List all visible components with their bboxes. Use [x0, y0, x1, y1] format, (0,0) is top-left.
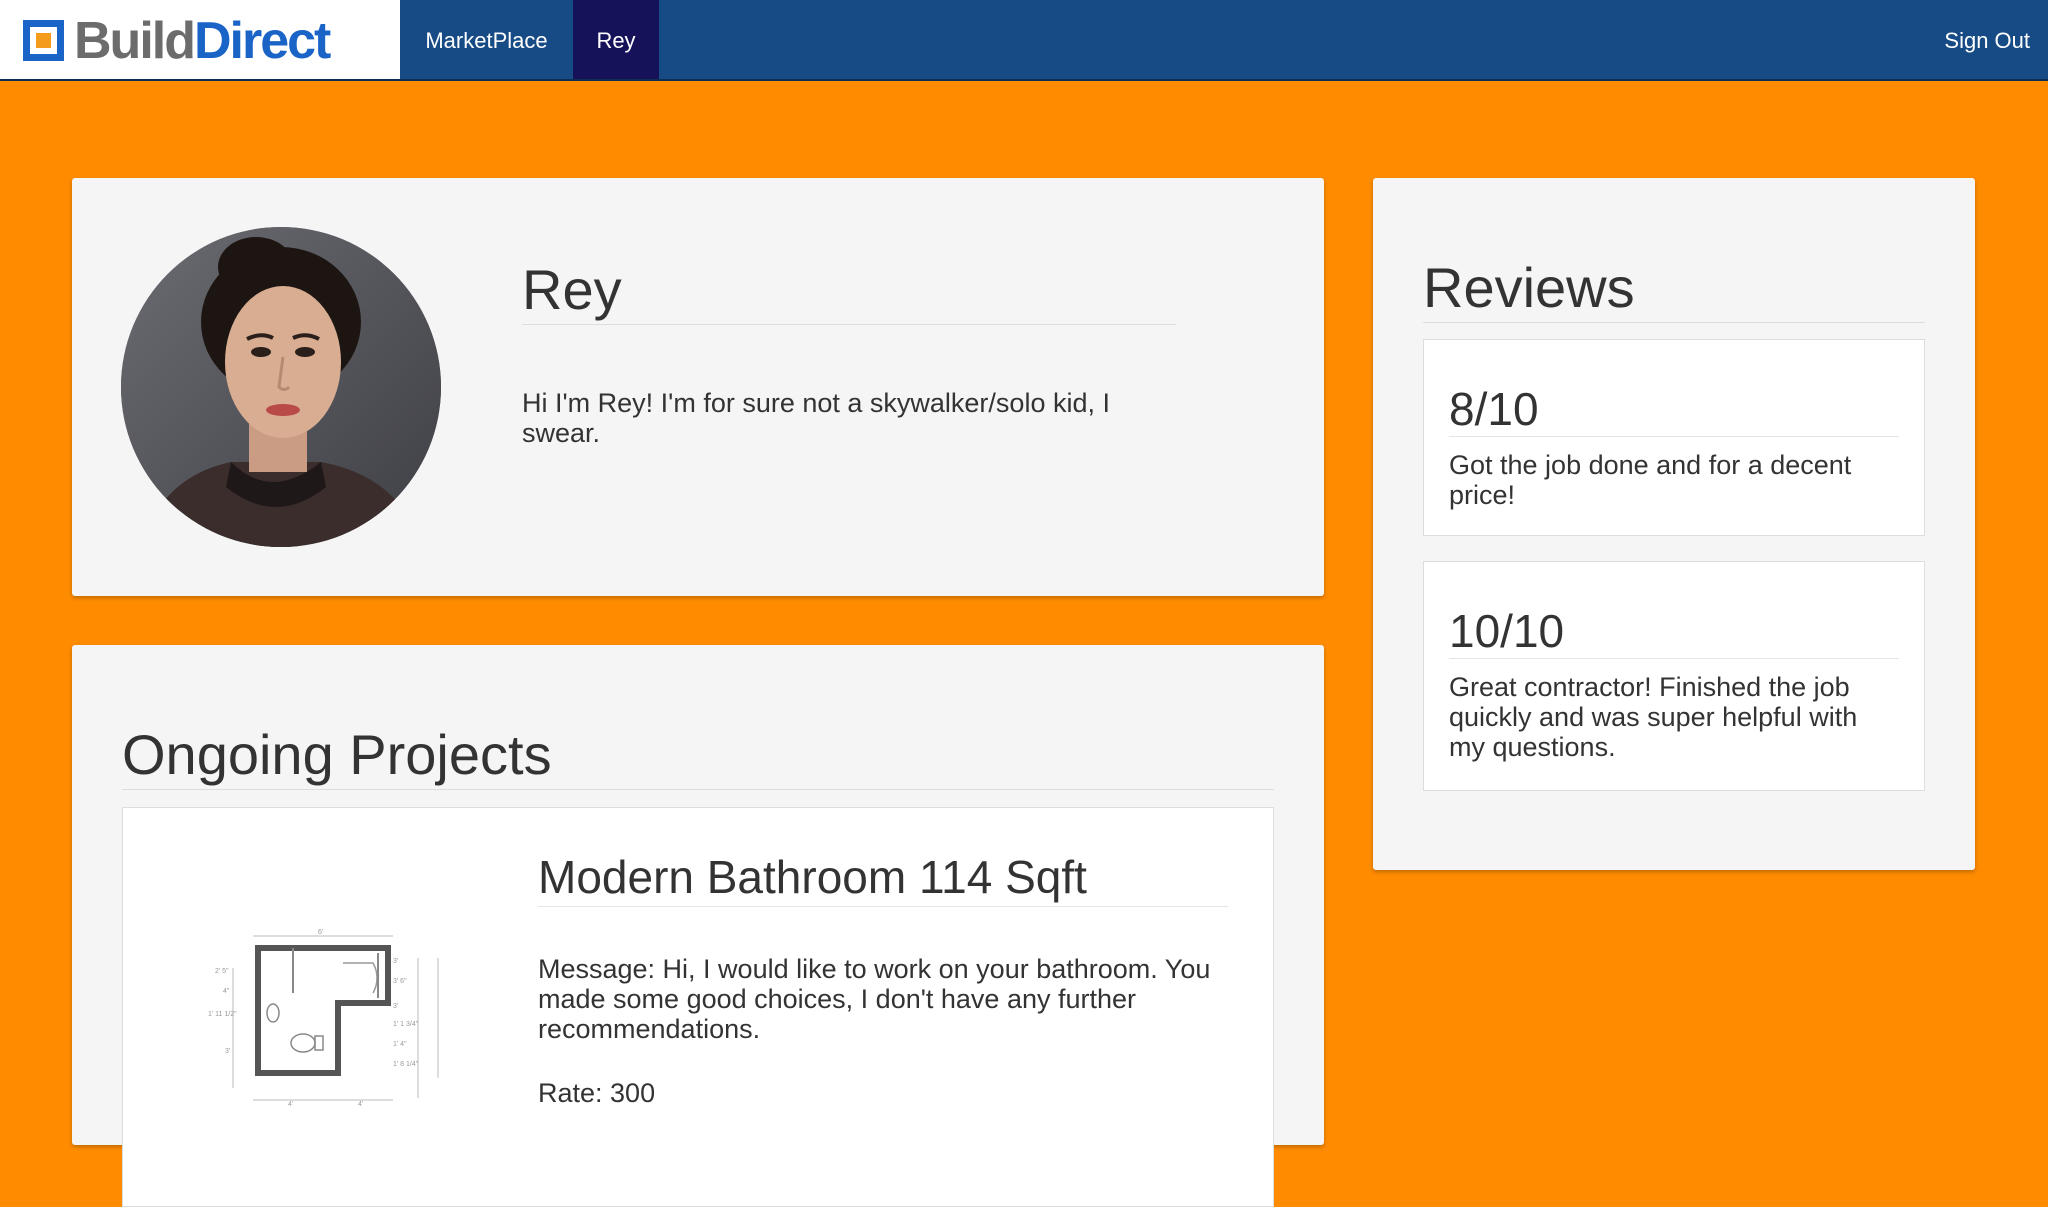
- review-score: 8/10: [1449, 382, 1899, 437]
- svg-text:6': 6': [318, 929, 323, 936]
- logo-square-icon: [23, 20, 64, 61]
- svg-text:4": 4": [223, 988, 230, 995]
- review-item: 8/10 Got the job done and for a decent p…: [1423, 339, 1925, 536]
- ongoing-projects-card: Ongoing Projects 6' 2' 5" 4" 1' 11 1/2": [72, 645, 1324, 1207]
- project-title[interactable]: Modern Bathroom 114 Sqft: [538, 850, 1228, 907]
- svg-text:3' 6": 3' 6": [393, 978, 407, 985]
- top-navbar: BuildDirect MarketPlace Rey Sign Out: [0, 0, 2048, 81]
- svg-text:1' 11 1/2": 1' 11 1/2": [208, 1011, 237, 1018]
- review-text: Great contractor! Finished the job quick…: [1449, 672, 1858, 762]
- svg-text:1' 8 1/4": 1' 8 1/4": [393, 1061, 419, 1068]
- project-item[interactable]: 6' 2' 5" 4" 1' 11 1/2" 3' 3' 3' 6" 3' 1'…: [122, 807, 1274, 1207]
- review-text: Got the job done and for a decent price!: [1449, 450, 1852, 510]
- svg-text:3': 3': [393, 1003, 398, 1010]
- profile-card: Rey Hi I'm Rey! I'm for sure not a skywa…: [72, 178, 1324, 596]
- ongoing-projects-title: Ongoing Projects: [122, 723, 1274, 790]
- nav-item-marketplace[interactable]: MarketPlace: [400, 0, 573, 79]
- review-item: 10/10 Great contractor! Finished the job…: [1423, 561, 1925, 791]
- project-message: Message: Hi, I would like to work on you…: [538, 954, 1211, 1044]
- profile-name: Rey: [522, 258, 1176, 325]
- svg-text:3': 3': [393, 958, 398, 965]
- reviews-title: Reviews: [1423, 256, 1925, 323]
- svg-text:2' 5": 2' 5": [215, 968, 229, 975]
- nav-item-profile[interactable]: Rey: [573, 0, 659, 79]
- review-score: 10/10: [1449, 604, 1899, 659]
- sign-out-link[interactable]: Sign Out: [1910, 0, 2030, 79]
- svg-text:1' 4": 1' 4": [393, 1041, 407, 1048]
- svg-text:4': 4': [288, 1101, 293, 1108]
- avatar-portrait-icon: [121, 227, 441, 547]
- profile-bio: Hi I'm Rey! I'm for sure not a skywalker…: [522, 388, 1110, 448]
- bathroom-floorplan-icon: 6' 2' 5" 4" 1' 11 1/2" 3' 3' 3' 6" 3' 1'…: [208, 929, 439, 1108]
- brand-logo[interactable]: BuildDirect: [0, 0, 400, 81]
- svg-text:1' 1 3/4": 1' 1 3/4": [393, 1021, 419, 1028]
- brand-wordmark-build: Build: [74, 12, 196, 70]
- svg-text:4': 4': [358, 1101, 363, 1108]
- avatar: [121, 227, 441, 547]
- svg-text:3': 3': [225, 1048, 230, 1055]
- reviews-card: Reviews 8/10 Got the job done and for a …: [1373, 178, 1975, 870]
- brand-wordmark: BuildDirect: [74, 12, 331, 70]
- brand-wordmark-direct: Direct: [193, 12, 331, 70]
- project-rate: Rate: 300: [538, 1078, 656, 1108]
